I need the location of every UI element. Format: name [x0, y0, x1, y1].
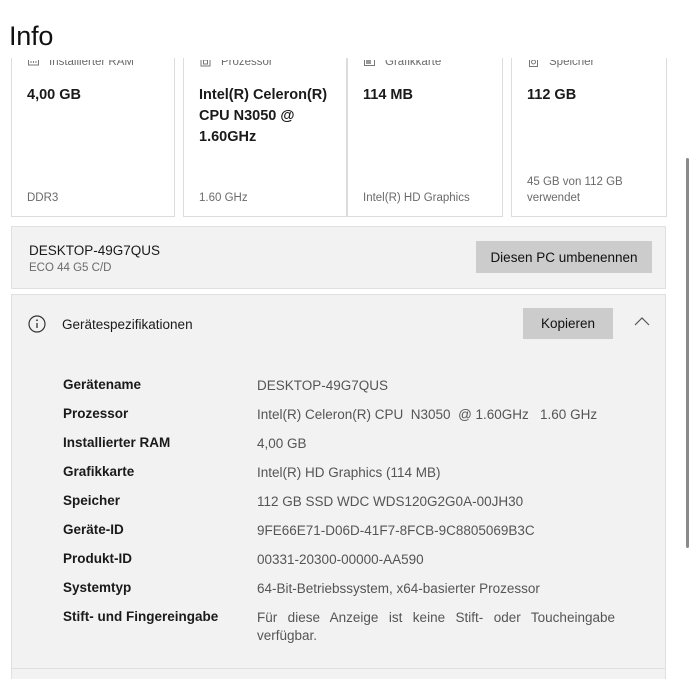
spec-label: Geräte-ID — [63, 522, 124, 537]
storage-icon — [528, 60, 539, 67]
chevron-up-icon[interactable] — [634, 315, 650, 327]
spec-label: Gerätename — [63, 377, 142, 392]
device-specs-table: Gerätename DESKTOP-49G7QUS Prozessor Int… — [11, 351, 666, 669]
card-cpu-value: Intel(R) Celeron(R) CPU N3050 @ 1.60GHz — [199, 87, 328, 145]
card-gpu: Grafikkarte 114 MB Intel(R) HD Graphics — [347, 58, 503, 217]
ram-icon — [28, 60, 39, 67]
spec-value: 112 GB SSD WDC WDS120G2G0A-00JH30 — [257, 494, 524, 509]
spec-label: Produkt-ID — [63, 551, 132, 566]
page-title: Info — [9, 21, 54, 51]
device-name-bar: DESKTOP-49G7QUS ECO 44 G5 C/D Diesen PC … — [11, 226, 666, 289]
copy-button[interactable]: Kopieren — [523, 308, 613, 339]
spec-label: Prozessor — [63, 406, 129, 421]
spec-label: Stift- und Fingereingabe — [63, 609, 219, 624]
card-ram: Installierter RAM 4,00 GB DDR3 — [11, 58, 175, 217]
card-storage-value: 112 GB — [527, 87, 577, 103]
spec-label: Installierter RAM — [63, 435, 171, 450]
card-storage-label: Speicher — [549, 56, 595, 68]
card-ram-value: 4,00 GB — [27, 87, 81, 103]
spec-value: Für diese Anzeige ist keine Stift- oder … — [257, 610, 615, 643]
spec-value: DESKTOP-49G7QUS — [257, 378, 389, 393]
spec-value: Intel(R) Celeron(R) CPU N3050 @ 1.60GHz … — [257, 407, 598, 422]
card-gpu-footer: Intel(R) HD Graphics — [363, 192, 470, 204]
spec-value: 4,00 GB — [257, 436, 307, 451]
card-gpu-label: Grafikkarte — [385, 56, 442, 68]
card-cpu-label: Prozessor — [221, 56, 273, 68]
card-storage-footer: 45 GB von 112 GB verwendet — [527, 176, 623, 204]
spec-label: Grafikkarte — [63, 464, 135, 479]
device-specs-header[interactable]: Gerätespezifikationen Kopieren — [11, 294, 666, 352]
card-ram-footer: DDR3 — [27, 192, 59, 204]
card-ram-label: Installierter RAM — [49, 56, 134, 68]
device-model: ECO 44 G5 C/D — [29, 262, 112, 274]
card-storage: Speicher 112 GB 45 GB von 112 GB verwend… — [511, 58, 667, 217]
next-section-edge — [11, 669, 666, 679]
spec-value: 00331-20300-00000-AA590 — [257, 552, 424, 567]
card-cpu: Prozessor Intel(R) Celeron(R) CPU N3050 … — [183, 58, 347, 217]
device-specs-title: Gerätespezifikationen — [62, 317, 193, 332]
rename-pc-button[interactable]: Diesen PC umbenennen — [476, 241, 652, 273]
card-cpu-footer: 1.60 GHz — [199, 192, 248, 204]
cpu-icon — [200, 60, 211, 67]
spec-label: Speicher — [63, 493, 121, 508]
spec-value: Intel(R) HD Graphics (114 MB) — [257, 465, 441, 480]
info-icon — [28, 315, 46, 333]
spec-value: 9FE66E71-D06D-41F7-8FCB-9C8805069B3C — [257, 523, 535, 538]
card-gpu-value: 114 MB — [363, 87, 413, 103]
spec-value: 64-Bit-Betriebssystem, x64-basierter Pro… — [257, 581, 540, 596]
gpu-icon — [364, 60, 375, 67]
device-name: DESKTOP-49G7QUS — [29, 243, 161, 258]
spec-label: Systemtyp — [63, 580, 132, 595]
